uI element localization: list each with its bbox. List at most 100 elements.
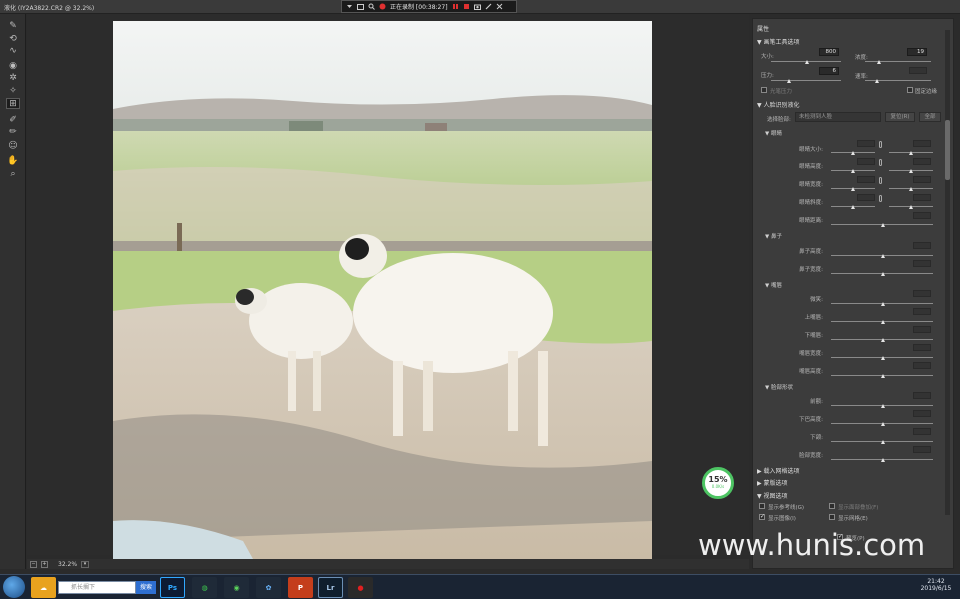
forward-warp-tool-icon[interactable]: ✎ [6, 20, 20, 31]
eye-height-right-slider[interactable] [889, 169, 933, 173]
link-icon[interactable] [879, 195, 882, 202]
camera-icon[interactable] [473, 3, 481, 10]
show-image-checkbox[interactable] [759, 513, 765, 520]
jawline-field[interactable] [913, 428, 931, 435]
zoom-in-button[interactable]: + [41, 560, 48, 568]
mouth-header[interactable]: ▼ 嘴唇 [765, 281, 782, 289]
link-icon[interactable] [879, 141, 882, 148]
show-guides-checkbox[interactable] [759, 503, 765, 509]
search-icon[interactable] [368, 3, 375, 10]
upper-lip-slider[interactable] [831, 320, 933, 324]
dropdown-icon[interactable] [346, 3, 353, 10]
density-field[interactable]: 19 [907, 48, 927, 56]
window-icon[interactable] [357, 3, 364, 10]
mouth-width-slider[interactable] [831, 356, 933, 360]
lower-lip-field[interactable] [913, 326, 931, 333]
nose-header[interactable]: ▼ 鼻子 [765, 232, 782, 240]
select-face-dropdown[interactable]: 未检测到人脸 [795, 112, 881, 122]
nose-width-slider[interactable] [831, 272, 933, 276]
lightroom-icon[interactable]: Lr [318, 577, 343, 598]
app-green-icon[interactable]: ◉ [224, 577, 249, 598]
screen-recorder-icon[interactable]: ● [348, 577, 373, 598]
face-tool-icon[interactable]: ☺ [6, 140, 20, 151]
link-icon[interactable] [879, 159, 882, 166]
panel-scrollbar[interactable] [945, 30, 950, 515]
baidu-netdisk-icon[interactable]: ☁ [31, 577, 56, 598]
smooth-tool-icon[interactable]: ∿ [6, 45, 20, 56]
push-left-tool-icon[interactable]: ⊞ [6, 98, 20, 109]
smile-slider[interactable] [831, 302, 933, 306]
all-button[interactable]: 全部 [919, 112, 941, 122]
rate-slider[interactable] [865, 79, 931, 83]
eye-tilt-right-field[interactable] [913, 194, 931, 201]
eye-width-right-slider[interactable] [889, 187, 933, 191]
chin-height-slider[interactable] [831, 422, 933, 426]
wechat-icon[interactable]: ◍ [192, 577, 217, 598]
face-aware-header[interactable]: ▼ 人脸识别液化 [757, 100, 800, 109]
pressure-slider[interactable] [771, 79, 841, 83]
pucker-tool-icon[interactable]: ✲ [6, 72, 20, 83]
eye-height-left-slider[interactable] [831, 169, 875, 173]
system-clock[interactable]: 21:42 2019/6/15 [916, 578, 956, 592]
mouth-height-field[interactable] [913, 362, 931, 369]
face-width-field[interactable] [913, 446, 931, 453]
eye-size-left-slider[interactable] [831, 151, 875, 155]
start-button[interactable] [3, 576, 25, 598]
nose-height-slider[interactable] [831, 254, 933, 258]
zoom-dropdown[interactable]: ▾ [81, 560, 90, 568]
zoom-out-button[interactable]: − [30, 560, 37, 568]
forehead-slider[interactable] [831, 404, 933, 408]
jawline-slider[interactable] [831, 440, 933, 444]
brush-options-header[interactable]: ▼ 画笔工具选项 [757, 37, 800, 46]
chin-height-field[interactable] [913, 410, 931, 417]
app-blue-icon[interactable]: ✿ [256, 577, 281, 598]
nose-width-field[interactable] [913, 260, 931, 267]
taskbar-search-input[interactable]: 抓长搁下 [58, 581, 136, 594]
eye-width-left-slider[interactable] [831, 187, 875, 191]
smile-field[interactable] [913, 290, 931, 297]
freeze-mask-tool-icon[interactable]: ✐ [6, 114, 20, 125]
mouth-width-field[interactable] [913, 344, 931, 351]
stylus-pressure-checkbox[interactable] [761, 87, 767, 93]
eye-tilt-right-slider[interactable] [889, 205, 933, 209]
bloat-tool-icon[interactable]: ✧ [6, 85, 20, 96]
upper-lip-field[interactable] [913, 308, 931, 315]
link-icon[interactable] [879, 177, 882, 184]
pressure-field[interactable]: 6 [819, 67, 839, 75]
powerpoint-icon[interactable]: P [288, 577, 313, 598]
network-speed-widget[interactable]: 15% 0.0K/s [702, 467, 734, 499]
photo-preview[interactable] [113, 21, 652, 559]
close-icon[interactable] [496, 3, 503, 10]
reset-button[interactable]: 复位(R) [885, 112, 915, 122]
load-mesh-header[interactable]: ▶ 载入网格选项 [757, 466, 800, 475]
eye-height-left-field[interactable] [857, 158, 875, 165]
scrollbar-thumb[interactable] [945, 120, 950, 180]
taskbar-search-button[interactable]: 搜索 [136, 581, 156, 594]
density-slider[interactable] [865, 60, 931, 64]
eye-tilt-left-slider[interactable] [831, 205, 875, 209]
reconstruct-tool-icon[interactable]: ⟲ [6, 33, 20, 44]
mask-options-header[interactable]: ▶ 蒙版选项 [757, 478, 788, 487]
eye-size-right-slider[interactable] [889, 151, 933, 155]
pen-icon[interactable] [485, 3, 492, 10]
lower-lip-slider[interactable] [831, 338, 933, 342]
eye-distance-field[interactable] [913, 212, 931, 219]
eye-width-right-field[interactable] [913, 176, 931, 183]
eye-size-right-field[interactable] [913, 140, 931, 147]
pin-edges-checkbox[interactable] [907, 87, 913, 93]
face-width-slider[interactable] [831, 458, 933, 462]
size-field[interactable]: 800 [819, 48, 839, 56]
eye-width-left-field[interactable] [857, 176, 875, 183]
eye-tilt-left-field[interactable] [857, 194, 875, 201]
zoom-tool-icon[interactable]: ⌕ [6, 168, 20, 179]
stop-icon[interactable] [463, 3, 470, 10]
eye-distance-slider[interactable] [831, 223, 933, 227]
view-options-header[interactable]: ▼ 视图选项 [757, 491, 788, 500]
eye-size-left-field[interactable] [857, 140, 875, 147]
show-face-overlay-checkbox[interactable] [829, 503, 835, 509]
face-shape-header[interactable]: ▼ 脸部形状 [765, 383, 793, 391]
thaw-mask-tool-icon[interactable]: ✏ [6, 126, 20, 137]
eyes-header[interactable]: ▼ 眼睛 [765, 129, 782, 137]
show-mesh-checkbox[interactable] [829, 514, 835, 520]
hand-tool-icon[interactable]: ✋ [6, 155, 20, 166]
